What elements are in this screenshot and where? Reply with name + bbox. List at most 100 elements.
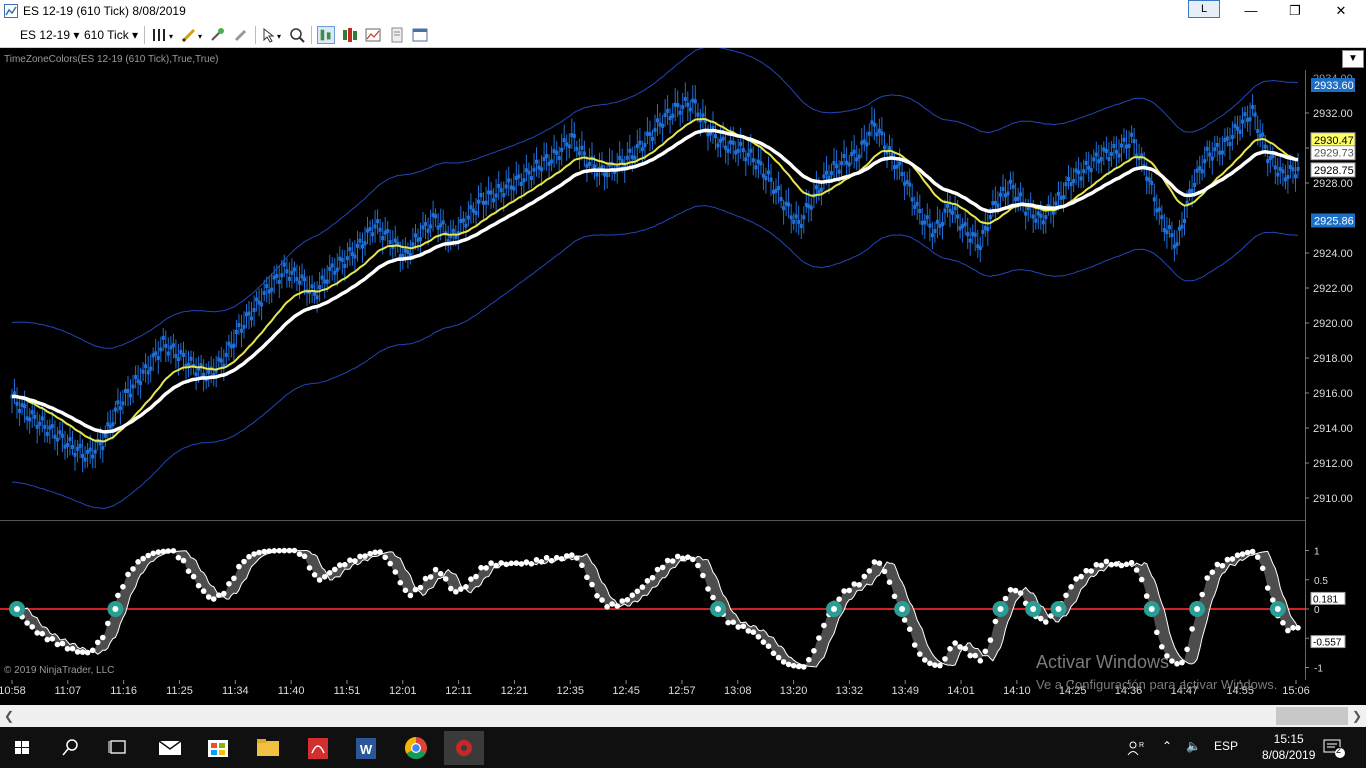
- candle-body: [1019, 192, 1023, 197]
- oscillator-dot: [790, 662, 797, 669]
- time-tick-label: 12:21: [501, 685, 529, 697]
- candle-body: [1263, 144, 1267, 149]
- oscillator-dot: [448, 585, 454, 592]
- bar-style-dropdown-icon[interactable]: ▾: [169, 29, 173, 45]
- ninjatrader-icon[interactable]: [444, 731, 484, 765]
- chrome-icon[interactable]: [396, 731, 436, 765]
- link-button[interactable]: L: [1188, 0, 1220, 18]
- scrollbar-thumb[interactable]: [1276, 707, 1348, 725]
- candle-body: [666, 108, 670, 113]
- interval-selector[interactable]: 610 Tick ▾: [84, 27, 138, 43]
- oscillator-dot: [599, 597, 605, 603]
- word-icon[interactable]: W: [346, 731, 386, 765]
- mail-icon[interactable]: [150, 731, 190, 765]
- candle-body: [941, 222, 944, 227]
- oscillator-dot: [664, 557, 671, 564]
- clock[interactable]: 15:15 8/08/2019: [1262, 731, 1315, 763]
- oscillator-dot: [695, 562, 701, 569]
- language-indicator[interactable]: ESP: [1214, 739, 1238, 753]
- candle-body: [1256, 129, 1260, 133]
- candle-body: [252, 308, 256, 312]
- oscillator-dot: [402, 587, 409, 594]
- notification-icon[interactable]: [1322, 737, 1346, 759]
- candle-body: [1039, 213, 1043, 218]
- oscillator-dot: [624, 597, 631, 603]
- oscillator-dot: [24, 620, 30, 626]
- instrument-label: ES 12-19: [20, 28, 71, 42]
- osc-tick-label: 1: [1314, 547, 1320, 558]
- people-icon[interactable]: R: [1126, 739, 1144, 757]
- store-icon[interactable]: [198, 731, 238, 765]
- windows-start-icon[interactable]: [2, 731, 42, 765]
- volume-icon[interactable]: 🔈: [1186, 739, 1201, 753]
- candle-body: [519, 182, 523, 186]
- oscillator-dot: [518, 561, 525, 567]
- search-icon[interactable]: [50, 731, 90, 765]
- pointer-icon[interactable]: [260, 26, 278, 44]
- oscillator-dot: [942, 656, 948, 662]
- oscillator-dot: [120, 584, 126, 590]
- oscillator-dot: [841, 588, 847, 594]
- scroll-right-icon[interactable]: ❯: [1348, 705, 1366, 727]
- oscillator-dot: [1103, 558, 1110, 565]
- properties-icon[interactable]: [388, 26, 406, 44]
- candle-body: [648, 132, 652, 137]
- candle-body: [529, 176, 533, 180]
- horizontal-scrollbar[interactable]: ❮ ❯: [0, 705, 1366, 727]
- candle-body: [1016, 196, 1020, 201]
- eraser-icon[interactable]: [232, 26, 250, 44]
- candle-body: [298, 280, 301, 285]
- oscillator-dot: [1249, 548, 1256, 555]
- instrument-selector[interactable]: ES 12-19 ▾: [20, 27, 79, 43]
- oscillator-dot: [816, 635, 822, 641]
- oscillator-dot: [977, 658, 984, 664]
- candle-body: [1099, 157, 1103, 162]
- pdf-reader-icon[interactable]: [298, 731, 338, 765]
- candle-body: [1218, 150, 1222, 155]
- oscillator-dot: [301, 553, 308, 560]
- candle-body: [73, 452, 77, 457]
- chart-trader-icon[interactable]: [317, 26, 335, 44]
- time-tick-label: 12:57: [668, 685, 696, 697]
- close-icon[interactable]: ✕: [1318, 0, 1364, 22]
- oscillator-dot: [160, 548, 167, 555]
- restore-icon[interactable]: ❐: [1272, 0, 1318, 22]
- strategies-icon[interactable]: [341, 26, 359, 44]
- candle-body: [1152, 197, 1156, 202]
- candle-body: [71, 445, 74, 449]
- candle-body: [769, 177, 773, 182]
- oscillator-dot: [503, 561, 510, 568]
- candle-body: [43, 424, 47, 429]
- show-hidden-icons-icon[interactable]: ⌃: [1162, 739, 1172, 753]
- candle-body: [1114, 149, 1118, 154]
- candle-body: [721, 136, 725, 141]
- drawing-tool-icon[interactable]: [180, 26, 198, 44]
- file-explorer-icon[interactable]: [248, 731, 288, 765]
- chart-canvas[interactable]: 2932.002930.002928.002924.002922.002920.…: [0, 48, 1366, 705]
- oscillator-dot: [705, 586, 711, 592]
- zoom-icon[interactable]: [288, 26, 306, 44]
- candle-body: [381, 236, 385, 241]
- oscillator-dot: [94, 639, 101, 646]
- oscillator-dot: [1138, 576, 1145, 583]
- minimize-icon[interactable]: —: [1228, 0, 1274, 22]
- candle-body: [499, 188, 503, 193]
- pointer-dropdown-icon[interactable]: ▾: [277, 29, 281, 45]
- candle-body: [560, 147, 564, 152]
- scroll-down-button[interactable]: ▼: [1342, 50, 1364, 68]
- drawing-dropdown-icon[interactable]: ▾: [198, 29, 202, 45]
- candle-body: [1130, 132, 1134, 137]
- candle-body: [1102, 147, 1106, 152]
- scroll-left-icon[interactable]: ❮: [0, 705, 18, 727]
- data-box-icon[interactable]: [364, 26, 382, 44]
- osc-tick-label: 0: [1314, 605, 1320, 616]
- candle-body: [313, 291, 317, 296]
- candle-body: [103, 433, 107, 438]
- templates-icon[interactable]: [411, 26, 429, 44]
- add-indicator-icon[interactable]: [208, 26, 226, 44]
- chart-panel[interactable]: 2932.002930.002928.002924.002922.002920.…: [0, 48, 1366, 705]
- time-tick-label: 13:32: [836, 685, 864, 697]
- candle-body: [489, 190, 493, 195]
- bar-style-icon[interactable]: [150, 26, 168, 44]
- task-view-icon[interactable]: [98, 731, 138, 765]
